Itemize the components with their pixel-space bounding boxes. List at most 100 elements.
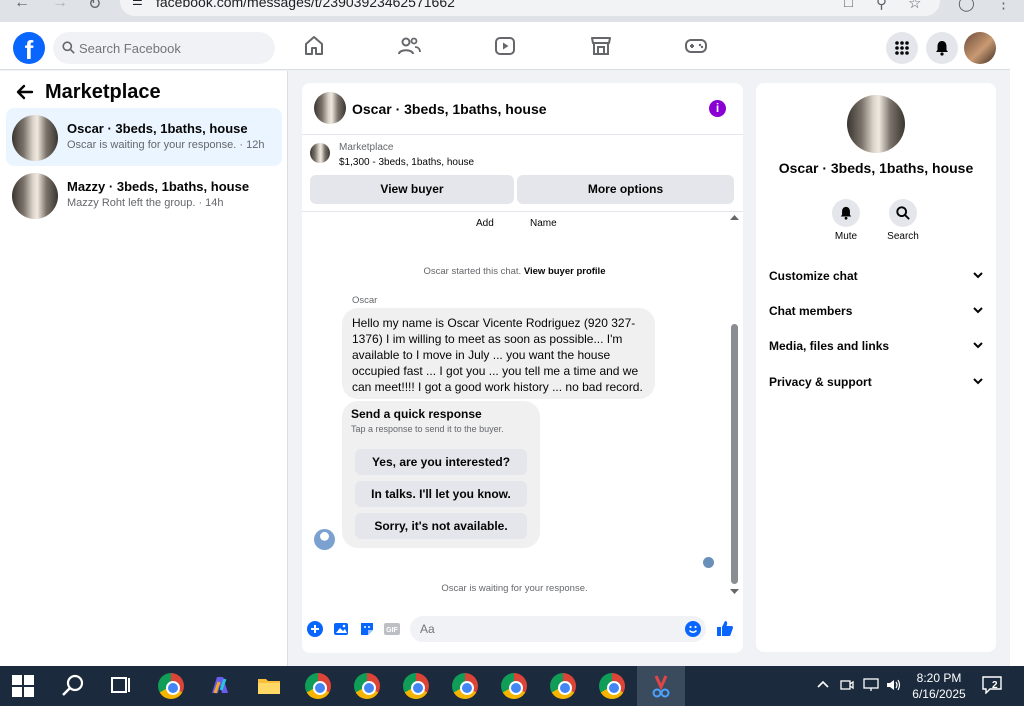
quick-response-option[interactable]: Yes, are you interested? [355,449,527,475]
conversation-preview: Oscar is waiting for your response. · 12… [67,139,265,151]
zoom-icon[interactable]: ⚲ [876,0,887,12]
chrome-icon[interactable] [599,673,625,699]
emoji-icon[interactable] [685,621,701,637]
clock-date: 6/16/2025 [912,687,966,701]
site-info-icon[interactable]: ☰ [132,0,143,8]
task-view-icon[interactable] [108,673,134,699]
add-label[interactable]: Add [476,218,494,229]
marketplace-icon[interactable] [589,34,613,58]
chat-started-notice: Oscar started this chat. View buyer prof… [302,266,727,277]
photo-icon[interactable] [333,621,349,637]
conversations-panel: Marketplace Oscar · 3beds, 1baths, house… [0,71,288,666]
meet-now-icon[interactable] [840,678,854,692]
install-icon[interactable]: □ [844,0,853,11]
info-icon[interactable]: i [709,100,726,117]
chrome-icon[interactable] [305,673,331,699]
search-chat-button[interactable]: Search [873,199,933,242]
listing-source: Marketplace [339,142,394,153]
sticker-icon[interactable] [359,621,375,637]
windows-start-icon[interactable] [12,675,34,697]
thumbs-up-icon[interactable] [716,619,734,637]
listing-photo[interactable] [847,95,905,153]
account-avatar[interactable] [964,32,996,64]
notification-center-icon[interactable]: 2 [982,676,1002,695]
chrome-icon[interactable] [550,673,576,699]
address-bar[interactable]: ☰ facebook.com/messages/t/23903923462571… [120,0,940,16]
more-options-button[interactable]: More options [517,175,734,204]
conversation-preview: Mazzy Roht left the group. · 14h [67,197,224,209]
menu-grid-button[interactable] [886,32,918,64]
section-label: Privacy & support [769,375,872,389]
view-buyer-button[interactable]: View buyer [310,175,514,204]
search-box[interactable] [53,32,275,64]
chrome-icon[interactable] [452,673,478,699]
sender-avatar[interactable] [314,529,335,550]
view-buyer-profile-link[interactable]: View buyer profile [524,266,606,277]
back-arrow-icon[interactable]: ← [14,0,30,12]
chat-title[interactable]: Oscar · 3beds, 1baths, house [352,101,547,117]
search-input[interactable] [79,32,269,64]
chevron-down-icon [973,378,983,385]
plus-circle-icon[interactable] [307,621,323,637]
friends-icon[interactable] [397,34,421,58]
conversation-name: Oscar · 3beds, 1baths, house [67,121,248,136]
conversation-item[interactable]: Mazzy · 3beds, 1baths, house Mazzy Roht … [6,166,282,224]
quick-response-option[interactable]: Sorry, it's not available. [355,513,527,539]
customize-chat-section[interactable]: Customize chat [769,269,983,289]
search-icon [896,206,910,220]
listing-thumbnail [12,173,58,219]
video-icon[interactable] [493,34,517,58]
message-bubble[interactable]: Hello my name is Oscar Vicente Rodriguez… [342,308,655,399]
chrome-icon[interactable] [403,673,429,699]
facebook-logo[interactable]: f [13,32,45,64]
chat-window: Oscar · 3beds, 1baths, house i Marketpla… [302,83,743,653]
message-input[interactable] [420,616,680,642]
message-input-box[interactable] [410,616,706,642]
file-explorer-icon[interactable] [256,673,282,699]
back-arrow-icon[interactable] [16,83,34,101]
bell-icon [936,41,948,56]
snipping-tool-icon[interactable] [648,673,674,699]
scroll-down-icon[interactable] [730,588,739,595]
system-clock[interactable]: 8:20 PM 6/16/2025 [906,670,972,702]
gaming-icon[interactable] [684,34,708,58]
started-text: Oscar started this chat. [423,266,522,277]
forward-arrow-icon[interactable]: → [52,0,68,12]
media-files-links-section[interactable]: Media, files and links [769,339,983,359]
chrome-icon[interactable] [158,673,184,699]
reload-icon[interactable]: ↻ [88,0,101,14]
mute-button[interactable]: Mute [816,199,876,242]
chevron-up-icon[interactable] [817,680,829,688]
conversation-item[interactable]: Oscar · 3beds, 1baths, house Oscar is wa… [6,108,282,166]
search-icon[interactable] [60,673,86,699]
scroll-up-icon[interactable] [730,214,739,221]
quick-response-option[interactable]: In talks. I'll let you know. [355,481,527,507]
waiting-notice: Oscar is waiting for your response. [441,583,588,594]
chrome-icon[interactable] [354,673,380,699]
panel-title: Marketplace [45,81,161,103]
profile-icon[interactable]: ◯ [958,0,975,12]
svg-text:GIF: GIF [386,627,398,634]
page-scrollbar[interactable] [1010,22,1024,666]
home-icon[interactable] [302,34,326,58]
message-list[interactable]: Add Name Oscar started this chat. View b… [302,212,743,600]
chat-info-panel: Oscar · 3beds, 1baths, house Mute Search… [756,83,996,652]
chat-members-section[interactable]: Chat members [769,304,983,324]
name-label[interactable]: Name [530,218,557,229]
listing-thumbnail[interactable] [314,92,346,124]
bookmark-star-icon[interactable]: ☆ [908,0,921,12]
mute-label: Mute [834,231,858,242]
volume-icon[interactable] [886,678,902,692]
chrome-icon[interactable] [501,673,527,699]
menu-dots-icon[interactable]: ⋮ [996,0,1011,12]
search-icon [62,41,75,54]
clock-time: 8:20 PM [916,671,962,685]
gif-icon[interactable]: GIF [384,621,400,637]
copilot-icon[interactable] [207,673,233,699]
notifications-button[interactable] [926,32,958,64]
url-text[interactable]: facebook.com/messages/t/2390392346257166… [156,0,455,10]
privacy-support-section[interactable]: Privacy & support [769,375,983,395]
network-icon[interactable] [863,678,879,692]
scrollbar-thumb[interactable] [731,324,738,584]
chat-scrollbar[interactable] [729,214,739,596]
